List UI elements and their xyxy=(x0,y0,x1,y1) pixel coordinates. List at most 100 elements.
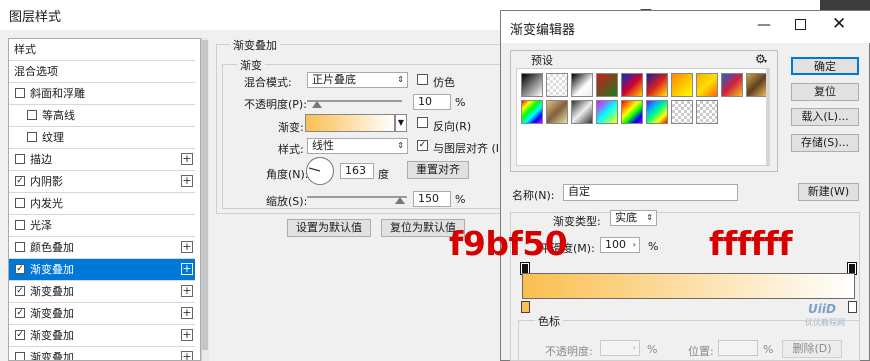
styles-list-scroll-thumb[interactable] xyxy=(202,40,208,350)
style-list-item[interactable]: ✓ 内阴影 + xyxy=(9,171,195,193)
close-icon[interactable]: ✕ xyxy=(832,14,846,34)
opacity-input[interactable]: 10 xyxy=(413,94,451,110)
add-effect-plus-icon[interactable]: + xyxy=(181,175,193,187)
ok-button[interactable]: 确定 xyxy=(791,57,859,75)
gradient-preset-swatch[interactable] xyxy=(546,73,568,97)
style-list-item[interactable]: ✓ 渐变叠加 + xyxy=(9,303,195,325)
style-list-item[interactable]: 混合选项 xyxy=(9,61,195,83)
add-effect-plus-icon[interactable]: + xyxy=(181,307,193,319)
style-list-item[interactable]: ✓ 渐变叠加 + xyxy=(9,325,195,347)
gradient-preset-swatch[interactable] xyxy=(571,100,593,124)
gradient-preset-swatch[interactable] xyxy=(646,100,668,124)
make-default-button[interactable]: 设置为默认值 xyxy=(287,219,371,237)
style-list-checkbox[interactable]: ✓ xyxy=(15,308,25,318)
gradient-preset-swatch[interactable] xyxy=(671,100,693,124)
reset-button[interactable]: 复位 xyxy=(791,83,859,101)
style-list-label: 渐变叠加 xyxy=(30,329,74,342)
style-list-item[interactable]: 纹理 xyxy=(9,127,195,149)
gradient-preset-swatch[interactable] xyxy=(596,100,618,124)
gradient-type-dropdown[interactable]: 实底 ⇕ xyxy=(610,210,657,226)
reset-alignment-button[interactable]: 重置对齐 xyxy=(407,161,469,179)
angle-dial[interactable] xyxy=(306,157,334,185)
gradient-preset-swatch[interactable] xyxy=(571,73,593,97)
style-list-item[interactable]: 光泽 xyxy=(9,215,195,237)
style-list-label: 渐变叠加 xyxy=(30,351,74,361)
style-list-checkbox[interactable]: ✓ xyxy=(15,286,25,296)
delete-button[interactable]: 删除(D) xyxy=(782,340,842,358)
new-button[interactable]: 新建(W) xyxy=(798,183,859,201)
gradient-preset-swatch[interactable] xyxy=(721,73,743,97)
style-list-item[interactable]: 样式 xyxy=(9,39,195,61)
style-list-checkbox[interactable] xyxy=(15,220,25,230)
style-list-checkbox[interactable] xyxy=(15,154,25,164)
gradient-preset-swatch[interactable] xyxy=(696,73,718,97)
chevron-updown-icon: ⇕ xyxy=(646,213,653,222)
style-list-checkbox[interactable] xyxy=(15,242,25,252)
style-list-item[interactable]: ✓ 渐变叠加 + xyxy=(9,281,195,303)
gradient-preset-swatch[interactable] xyxy=(646,73,668,97)
smoothness-input[interactable]: 100 › xyxy=(600,237,640,253)
dither-checkbox[interactable] xyxy=(417,74,428,85)
style-dropdown[interactable]: 线性 ⇕ xyxy=(307,138,408,154)
style-list-item[interactable]: 等高线 xyxy=(9,105,195,127)
smoothness-value: 100 xyxy=(605,238,626,251)
style-list-checkbox[interactable] xyxy=(15,352,25,360)
add-effect-plus-icon[interactable]: + xyxy=(181,263,193,275)
gradient-preset-swatch[interactable] xyxy=(621,100,643,124)
gradient-preset-swatch[interactable] xyxy=(671,73,693,97)
style-list-label: 渐变叠加 xyxy=(30,285,74,298)
style-list-checkbox[interactable] xyxy=(15,88,25,98)
style-list-label: 混合选项 xyxy=(14,65,58,78)
maximize-icon[interactable] xyxy=(795,19,806,30)
style-list-checkbox[interactable] xyxy=(15,198,25,208)
add-effect-plus-icon[interactable]: + xyxy=(181,153,193,165)
name-input[interactable]: 自定 xyxy=(563,184,738,201)
stop-opacity-input[interactable]: › xyxy=(600,340,640,356)
location-input[interactable] xyxy=(718,340,758,356)
opacity-unit: % xyxy=(455,96,466,109)
align-with-layer-checkbox[interactable]: ✓ xyxy=(417,140,428,151)
gradient-preview[interactable] xyxy=(305,114,395,132)
scale-input[interactable]: 150 xyxy=(413,191,451,207)
gradient-picker-dropdown[interactable]: ▼ xyxy=(395,114,407,132)
angle-input[interactable]: 163 xyxy=(340,163,374,179)
add-effect-plus-icon[interactable]: + xyxy=(181,351,193,360)
gradient-bar[interactable] xyxy=(522,273,855,299)
gradient-preset-swatch[interactable] xyxy=(521,100,543,124)
style-list-item[interactable]: 斜面和浮雕 xyxy=(9,83,195,105)
minimize-icon[interactable]: — xyxy=(757,17,771,33)
style-list-item[interactable]: 内发光 xyxy=(9,193,195,215)
gradient-preset-swatch[interactable] xyxy=(521,73,543,97)
chevron-updown-icon: ⇕ xyxy=(397,75,404,84)
style-list-label: 纹理 xyxy=(42,131,64,144)
save-button[interactable]: 存储(S)... xyxy=(791,134,859,152)
style-list-item[interactable]: 渐变叠加 + xyxy=(9,347,195,361)
load-button[interactable]: 载入(L)... xyxy=(791,108,859,126)
scale-slider[interactable] xyxy=(307,196,407,198)
style-list-item[interactable]: 描边 + xyxy=(9,149,195,171)
style-list-checkbox[interactable]: ✓ xyxy=(15,176,25,186)
style-list-item[interactable]: 颜色叠加 + xyxy=(9,237,195,259)
style-list-checkbox[interactable]: ✓ xyxy=(15,330,25,340)
gradient-preset-swatch[interactable] xyxy=(746,73,768,97)
style-list-checkbox[interactable] xyxy=(27,110,37,120)
add-effect-plus-icon[interactable]: + xyxy=(181,285,193,297)
style-list-checkbox[interactable] xyxy=(27,132,37,142)
style-list-item[interactable]: ✓ 渐变叠加 + xyxy=(9,259,195,281)
add-effect-plus-icon[interactable]: + xyxy=(181,241,193,253)
gradient-preset-swatch[interactable] xyxy=(546,100,568,124)
gradient-preset-swatch[interactable] xyxy=(621,73,643,97)
gradient-preset-swatch[interactable] xyxy=(696,100,718,124)
color-stop-left[interactable] xyxy=(521,301,530,313)
opacity-slider-thumb[interactable] xyxy=(311,101,322,108)
style-list-label: 渐变叠加 xyxy=(30,307,74,320)
style-list-checkbox[interactable]: ✓ xyxy=(15,264,25,274)
add-effect-plus-icon[interactable]: + xyxy=(181,329,193,341)
reverse-checkbox[interactable] xyxy=(417,117,428,128)
presets-scrollbar[interactable] xyxy=(766,69,770,165)
blend-mode-dropdown[interactable]: 正片叠底 ⇕ xyxy=(307,72,408,88)
gradient-preset-swatch[interactable] xyxy=(596,73,618,97)
color-stop-right[interactable] xyxy=(848,301,857,313)
scale-slider-thumb[interactable] xyxy=(395,197,405,204)
angle-label: 角度(N): xyxy=(266,168,309,181)
